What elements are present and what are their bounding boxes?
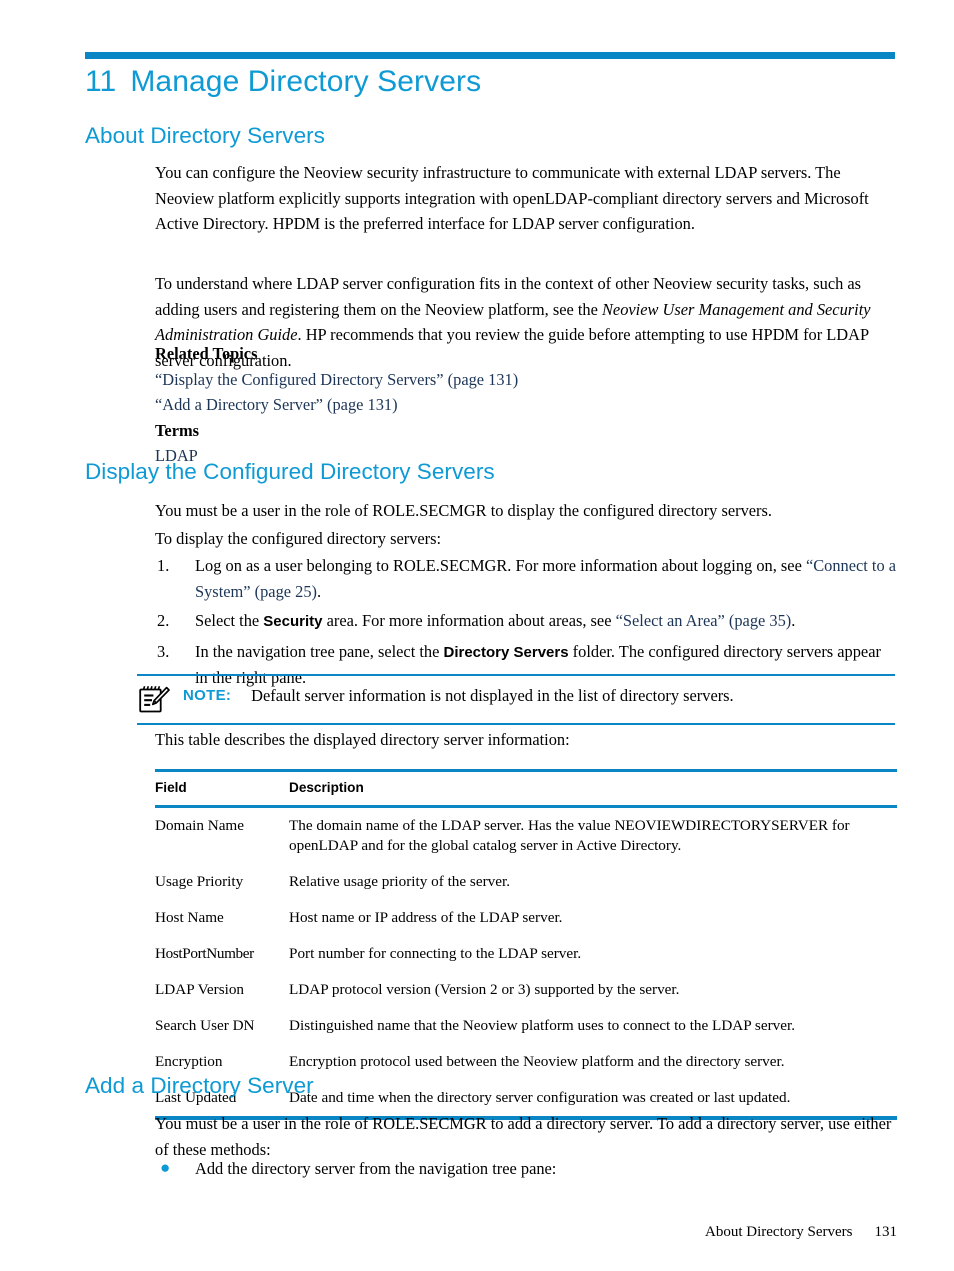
cell-description: The domain name of the LDAP server. Has … bbox=[289, 817, 850, 854]
column-header-field: Field bbox=[155, 780, 187, 795]
chapter-number: 11 bbox=[85, 65, 117, 98]
list-item: 1. Log on as a user belonging to ROLE.SEC… bbox=[155, 553, 897, 604]
related-topics-heading: Related Topics bbox=[155, 344, 258, 363]
cell-field: LDAP Version bbox=[155, 981, 245, 998]
step-text-c: . bbox=[791, 611, 796, 630]
heading-display-configured-directory-servers: Display the Configured Directory Servers bbox=[85, 459, 495, 484]
table-row: LDAP Version LDAP protocol version (Vers… bbox=[155, 972, 897, 1008]
note-pad-pencil-icon bbox=[137, 684, 171, 714]
bullet-icon: ● bbox=[160, 1158, 171, 1177]
cell-field: Host Name bbox=[155, 909, 224, 926]
step-marker: 1. bbox=[157, 556, 170, 575]
step-text-a: Select the bbox=[195, 611, 264, 630]
table-intro-text: This table describes the displayed direc… bbox=[155, 730, 570, 749]
cell-field: Search User DN bbox=[155, 1017, 255, 1034]
document-page: 11 Manage Directory Servers About Directo… bbox=[0, 0, 954, 1271]
note-admonition: NOTE: Default server information is not … bbox=[137, 674, 895, 725]
table-row: Host Name Host name or IP address of the… bbox=[155, 900, 897, 936]
related-link-display-configured[interactable]: “Display the Configured Directory Server… bbox=[155, 367, 897, 393]
cell-description: LDAP protocol version (Version 2 or 3) s… bbox=[289, 981, 680, 998]
list-item: 2. Select the Security area. For more inf… bbox=[155, 608, 897, 635]
bullet-text: Add the directory server from the naviga… bbox=[195, 1159, 557, 1178]
chapter-title-text: Manage Directory Servers bbox=[130, 65, 482, 98]
list-item: ● Add the directory server from the navig… bbox=[155, 1156, 897, 1182]
note-text: Default server information is not displa… bbox=[251, 686, 734, 705]
header-rule bbox=[85, 52, 895, 59]
cell-field: Domain Name bbox=[155, 817, 244, 834]
note-bottom-rule bbox=[137, 723, 895, 725]
step-marker: 3. bbox=[157, 641, 170, 661]
cell-description: Host name or IP address of the LDAP serv… bbox=[289, 909, 563, 926]
heading-add-a-directory-server: Add a Directory Server bbox=[85, 1073, 314, 1098]
step-text-b: area. For more information about areas, … bbox=[322, 611, 616, 630]
directory-server-fields-table: Field Description Domain Name The domain… bbox=[155, 769, 897, 1120]
footer-page-number: 131 bbox=[874, 1224, 898, 1240]
cell-description: Relative usage priority of the server. bbox=[289, 873, 510, 890]
cell-description: Distinguished name that the Neoview plat… bbox=[289, 1017, 795, 1034]
note-label: NOTE: bbox=[183, 687, 232, 704]
ui-term-security: Security bbox=[263, 613, 323, 630]
step-text-a: Log on as a user belonging to ROLE.SECMG… bbox=[195, 556, 806, 575]
related-topics-block: Related Topics “Display the Configured D… bbox=[155, 341, 897, 469]
table-row: Search User DN Distinguished name that t… bbox=[155, 1008, 897, 1044]
add-methods-list: ● Add the directory server from the navig… bbox=[155, 1156, 897, 1182]
related-link-add-directory-server[interactable]: “Add a Directory Server” (page 131) bbox=[155, 392, 897, 418]
cell-description: Port number for connecting to the LDAP s… bbox=[289, 945, 582, 962]
column-header-description: Description bbox=[289, 780, 364, 795]
heading-about-directory-servers: About Directory Servers bbox=[85, 123, 325, 148]
table-row: HostPortNumber Port number for connectin… bbox=[155, 936, 897, 972]
footer-section-name: About Directory Servers bbox=[705, 1224, 853, 1240]
ui-term-directory-servers: Directory Servers bbox=[443, 643, 569, 661]
cell-description: Encryption protocol used between the Neo… bbox=[289, 1053, 785, 1070]
display-paragraph-1: You must be a user in the role of ROLE.S… bbox=[155, 501, 772, 520]
cell-field: HostPortNumber bbox=[155, 945, 254, 962]
page-footer: About Directory Servers 131 bbox=[155, 1222, 897, 1242]
xref-select-an-area[interactable]: “Select an Area” (page 35) bbox=[616, 611, 792, 630]
about-paragraph-1: You can configure the Neoview security i… bbox=[155, 163, 869, 233]
add-paragraph-1: You must be a user in the role of ROLE.S… bbox=[155, 1114, 892, 1159]
step-text-a: In the navigation tree pane, select the bbox=[195, 641, 444, 661]
table-row: Usage Priority Relative usage priority o… bbox=[155, 864, 897, 900]
terms-heading: Terms bbox=[155, 420, 200, 440]
table-row: Domain Name The domain name of the LDAP … bbox=[155, 808, 897, 864]
step-text-b: . bbox=[317, 581, 322, 601]
page-title: 11 Manage Directory Servers bbox=[85, 63, 905, 101]
table-header-row: Field Description bbox=[155, 772, 897, 805]
step-marker: 2. bbox=[157, 611, 170, 630]
cell-field: Usage Priority bbox=[155, 873, 244, 890]
display-paragraph-2: To display the configured directory serv… bbox=[155, 529, 442, 548]
